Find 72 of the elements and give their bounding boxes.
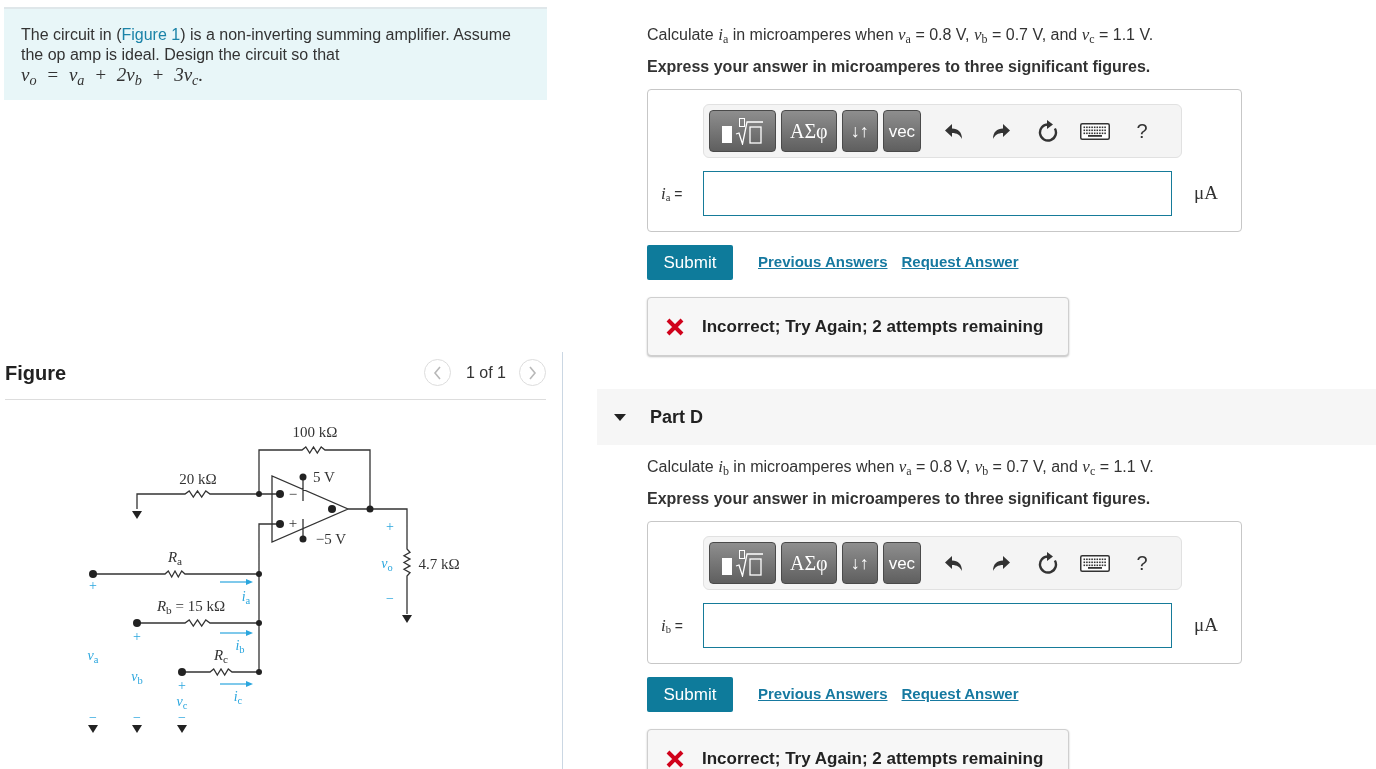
keyboard-icon xyxy=(1080,554,1111,572)
circuit-label: R$_{c}$ xyxy=(213,647,229,663)
unit-label: μA xyxy=(1194,181,1218,206)
toolbar-button[interactable]: vec xyxy=(882,542,922,584)
answer-link[interactable]: Request Answer xyxy=(901,683,1019,706)
toolbar-button[interactable]: ↓↑ xyxy=(841,110,878,152)
answer-link[interactable]: Previous Answers xyxy=(758,683,888,706)
circuit-label: 100 kΩ xyxy=(292,424,338,440)
circuit-label: − xyxy=(288,486,298,502)
template-button[interactable] xyxy=(709,110,776,152)
pager-text: 1 of 1 xyxy=(465,362,506,383)
undo-icon xyxy=(944,553,965,573)
answer-link[interactable]: Request Answer xyxy=(901,251,1019,274)
signal-label: v$_{b}$ xyxy=(131,670,143,684)
question-text: Calculate i$_{a}$ in microamperes when v$_{a}$ = 0.8 V, v$_{b}$ = 0.7 V, and v$_{c}$ = 1.1 V. xyxy=(647,25,1155,45)
feedback-text: Incorrect; Try Again; 2 attempts remaining xyxy=(702,749,1044,768)
toolbar-button[interactable]: ΑΣφ xyxy=(781,542,837,584)
instruction-text: Express your answer in microamperes to three significant figures. xyxy=(647,57,1152,77)
circuit-label: + xyxy=(288,515,298,531)
unit-label: μA xyxy=(1194,613,1218,638)
signal-label: i$_{c}$ xyxy=(233,690,243,704)
toolbar-button[interactable]: vec xyxy=(882,110,922,152)
undo-icon xyxy=(944,121,965,141)
circuit-label: R$_{b}$ = 15 kΩ xyxy=(156,598,226,614)
reset-icon xyxy=(1037,120,1060,142)
problem-text: The circuit in (Figure 1) is a non-inverting summing amplifier. Assume the op amp is ideal. Design the circuit so that v$_{o}$ = v$_{a}$ + 2v$_{b}$ + 3v$_{c}$. xyxy=(21,25,512,86)
submit-button[interactable]: Submit xyxy=(647,245,733,280)
toolbar-button[interactable]: ΑΣφ xyxy=(781,110,837,152)
signal-label: + xyxy=(386,520,394,534)
cross-icon xyxy=(666,317,684,336)
redo-icon xyxy=(991,553,1012,573)
answer-input[interactable] xyxy=(703,171,1172,216)
answer-input[interactable] xyxy=(703,603,1172,648)
answer-label: i$_{a}$ = xyxy=(661,182,684,206)
signal-label: i$_{a}$ xyxy=(241,590,251,604)
signal-label: − xyxy=(133,711,141,725)
circuit-label: 20 kΩ xyxy=(179,471,217,487)
keyboard-icon xyxy=(1080,122,1111,140)
figure-link[interactable]: Figure 1 xyxy=(121,26,181,43)
circuit-label: 5 V xyxy=(313,469,335,485)
circuit-label: −5 V xyxy=(315,531,347,547)
circuit-label: R$_{a}$ xyxy=(167,549,183,565)
signal-label: v$_{c}$ xyxy=(176,695,188,709)
part-header[interactable]: Part D xyxy=(597,389,1376,445)
help-button[interactable]: ? xyxy=(1122,111,1163,151)
circuit-label: 4.7 kΩ xyxy=(418,556,460,572)
question-text: Calculate i$_{b}$ in microamperes when v$_{a}$ = 0.8 V, v$_{b}$ = 0.7 V, and v$_{c}$ = 1.1 V. xyxy=(647,457,1155,477)
signal-label: + xyxy=(178,679,186,693)
answer-label: i$_{b}$ = xyxy=(661,614,685,638)
answer-link[interactable]: Previous Answers xyxy=(758,251,888,274)
instruction-text: Express your answer in microamperes to three significant figures. xyxy=(647,489,1152,509)
redo-icon xyxy=(991,121,1012,141)
help-button[interactable]: ? xyxy=(1122,543,1163,583)
template-button[interactable] xyxy=(709,542,776,584)
signal-label: − xyxy=(386,592,394,606)
signal-label: − xyxy=(178,711,186,725)
signal-label: v$_{o}$ xyxy=(381,557,393,571)
square-root-template-icon xyxy=(721,549,764,577)
cross-icon xyxy=(666,749,684,768)
signal-label: − xyxy=(89,711,97,725)
square-root-template-icon xyxy=(721,117,764,145)
signal-label: + xyxy=(133,630,141,644)
submit-button[interactable]: Submit xyxy=(647,677,733,712)
toolbar-button[interactable]: ↓↑ xyxy=(841,542,878,584)
chevron-left-icon xyxy=(432,365,442,380)
signal-label: v$_{a}$ xyxy=(87,649,99,663)
chevron-right-icon xyxy=(528,365,537,380)
feedback-text: Incorrect; Try Again; 2 attempts remaining xyxy=(702,317,1044,336)
signal-label: + xyxy=(89,579,97,593)
reset-icon xyxy=(1037,552,1060,574)
figure-title: Figure xyxy=(5,360,67,386)
signal-label: i$_{b}$ xyxy=(235,639,245,653)
